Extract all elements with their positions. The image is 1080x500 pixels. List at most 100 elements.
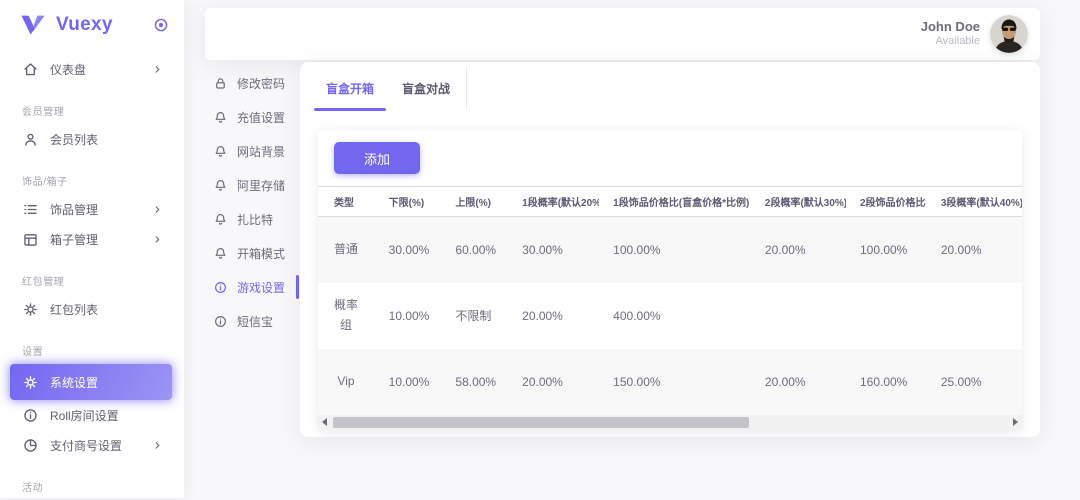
cell-value: 20.00% [751, 349, 846, 415]
cell-value: 20.00% [751, 217, 846, 283]
col-header-stage2-probability: 2段概率(默认30%) [751, 187, 846, 217]
cell-type: Vip [334, 372, 358, 391]
cell-value: 30.00% [508, 217, 599, 283]
cell-value: 20.00% [508, 283, 599, 349]
cell-value: 10.00% [375, 349, 442, 415]
sidebar-section-redpacket: 红包管理 [0, 272, 184, 294]
cell-type: 概率组 [334, 296, 358, 334]
user-info: John Doe Available [921, 19, 980, 49]
col-header-stage1-probability: 1段概率(默认20%) [508, 187, 599, 217]
scrollbar-thumb[interactable] [333, 417, 749, 428]
cell-value: 150.00% [599, 349, 751, 415]
submenu-item-zhabite[interactable]: 扎比特 [205, 202, 295, 236]
submenu-item-change-password[interactable]: 修改密码 [205, 66, 295, 100]
col-header-stage3-probability: 3段概率(默认40%) [927, 187, 1022, 217]
bell-icon [213, 246, 228, 261]
sidebar-item-payment-merchant-settings[interactable]: 支付商号设置 [10, 430, 172, 460]
cell-value: 不限制 [441, 283, 508, 349]
cell-value: 20.00% [927, 217, 1022, 283]
sidebar-item-member-list[interactable]: 会员列表 [10, 124, 172, 154]
sidebar-section-members: 会员管理 [0, 102, 184, 124]
cell-value: 400.00% [599, 283, 751, 349]
sidebar-item-system-settings[interactable]: 系统设置 [10, 364, 172, 400]
user-icon [22, 131, 39, 148]
scroll-left-arrow[interactable] [318, 415, 331, 430]
submenu-item-game-settings[interactable]: 游戏设置 [205, 270, 295, 304]
bell-icon [213, 212, 228, 227]
col-header-lower-limit: 下限(%) [375, 187, 442, 217]
horizontal-scrollbar[interactable] [318, 415, 1022, 430]
table-row: 概率组 10.00% 不限制 20.00% 400.00% [318, 283, 1022, 349]
brand-name: Vuexy [56, 14, 152, 36]
chevron-right-icon [151, 203, 164, 216]
vuexy-logo-icon [20, 14, 46, 36]
info-circle-icon [22, 407, 39, 424]
col-header-upper-limit: 上限(%) [441, 187, 508, 217]
submenu-item-unbox-mode[interactable]: 开箱模式 [205, 236, 295, 270]
sidebar: Vuexy 仪表盘 会员管理 会员列表 饰品/箱子 饰品管理 [0, 0, 184, 498]
bell-icon [213, 110, 228, 125]
sidebar-nav: 仪表盘 会员管理 会员列表 饰品/箱子 饰品管理 箱子管理 红包管理 [0, 46, 184, 500]
cell-value: 10.00% [375, 283, 442, 349]
table-header-row: 类型 下限(%) 上限(%) 1段概率(默认20%) 1段饰品价格比(盲盒价格*… [318, 187, 1022, 217]
chevron-right-icon [151, 63, 164, 76]
user-status: Available [921, 35, 980, 49]
cell-value: 100.00% [846, 217, 927, 283]
bell-icon [213, 144, 228, 159]
gear-icon [22, 301, 39, 318]
table-row: Vip 10.00% 58.00% 20.00% 150.00% 20.00% … [318, 349, 1022, 415]
info-circle-icon [213, 314, 228, 329]
add-button[interactable]: 添加 [334, 142, 420, 174]
cell-value: 100.00% [599, 217, 751, 283]
cell-value [846, 283, 927, 349]
chevron-right-icon [151, 439, 164, 452]
sidebar-item-dashboard[interactable]: 仪表盘 [10, 54, 172, 84]
gear-icon [22, 374, 39, 391]
cell-value [927, 283, 1022, 349]
cell-value: 30.00% [375, 217, 442, 283]
sidebar-section-activity: 活动 [0, 478, 184, 500]
cell-value: 60.00% [441, 217, 508, 283]
user-name: John Doe [921, 19, 980, 35]
cell-value: 160.00% [846, 349, 927, 415]
tab-bar-divider [466, 66, 467, 110]
info-circle-icon [213, 280, 228, 295]
table-toolbar: 添加 [318, 130, 1022, 186]
col-header-stage2-price-ratio: 2段饰品价格比 [846, 187, 927, 217]
tab-blindbox-open[interactable]: 盲盒开箱 [312, 62, 388, 114]
box-layout-icon [22, 231, 39, 248]
cell-value: 25.00% [927, 349, 1022, 415]
sidebar-item-roll-room-settings[interactable]: Roll房间设置 [10, 400, 172, 430]
tab-blindbox-battle[interactable]: 盲盒对战 [388, 62, 464, 114]
bell-icon [213, 178, 228, 193]
submenu-item-sms-treasure[interactable]: 短信宝 [205, 304, 295, 338]
sidebar-item-box-management[interactable]: 箱子管理 [10, 224, 172, 254]
cell-value [751, 283, 846, 349]
brand: Vuexy [0, 0, 184, 46]
col-header-stage1-price-ratio: 1段饰品价格比(盲盒价格*比例) [599, 187, 751, 217]
game-settings-panel: 添加 类型 下限(%) 上限(%) 1段概率(默认20%) 1段饰品价格比(盲盒… [318, 130, 1022, 430]
sidebar-item-item-management[interactable]: 饰品管理 [10, 194, 172, 224]
cell-value: 20.00% [508, 349, 599, 415]
list-icon [22, 201, 39, 218]
col-header-type: 类型 [318, 187, 375, 217]
submenu-item-website-background[interactable]: 网站背景 [205, 134, 295, 168]
submenu-item-recharge-settings[interactable]: 充值设置 [205, 100, 295, 134]
avatar[interactable] [990, 15, 1028, 53]
sidebar-section-items-boxes: 饰品/箱子 [0, 172, 184, 194]
scrollbar-track[interactable] [331, 415, 1009, 430]
lock-icon [213, 76, 228, 91]
sidebar-item-redpacket-list[interactable]: 红包列表 [10, 294, 172, 324]
settings-submenu: 修改密码 充值设置 网站背景 阿里存储 扎比特 开箱模式 游戏设置 短信宝 [205, 66, 295, 338]
cell-type: 普通 [334, 240, 358, 259]
app-screen: Vuexy 仪表盘 会员管理 会员列表 饰品/箱子 饰品管理 [0, 0, 1080, 498]
home-icon [22, 61, 39, 78]
submenu-item-ali-storage[interactable]: 阿里存储 [205, 168, 295, 202]
pie-chart-icon [22, 437, 39, 454]
probability-table: 类型 下限(%) 上限(%) 1段概率(默认20%) 1段饰品价格比(盲盒价格*… [318, 186, 1022, 415]
topbar: John Doe Available [205, 8, 1040, 60]
menu-pin-toggle-icon[interactable] [152, 16, 170, 34]
table-row: 普通 30.00% 60.00% 30.00% 100.00% 20.00% 1… [318, 217, 1022, 283]
avatar-photo [990, 15, 1028, 53]
scroll-right-arrow[interactable] [1009, 415, 1022, 430]
